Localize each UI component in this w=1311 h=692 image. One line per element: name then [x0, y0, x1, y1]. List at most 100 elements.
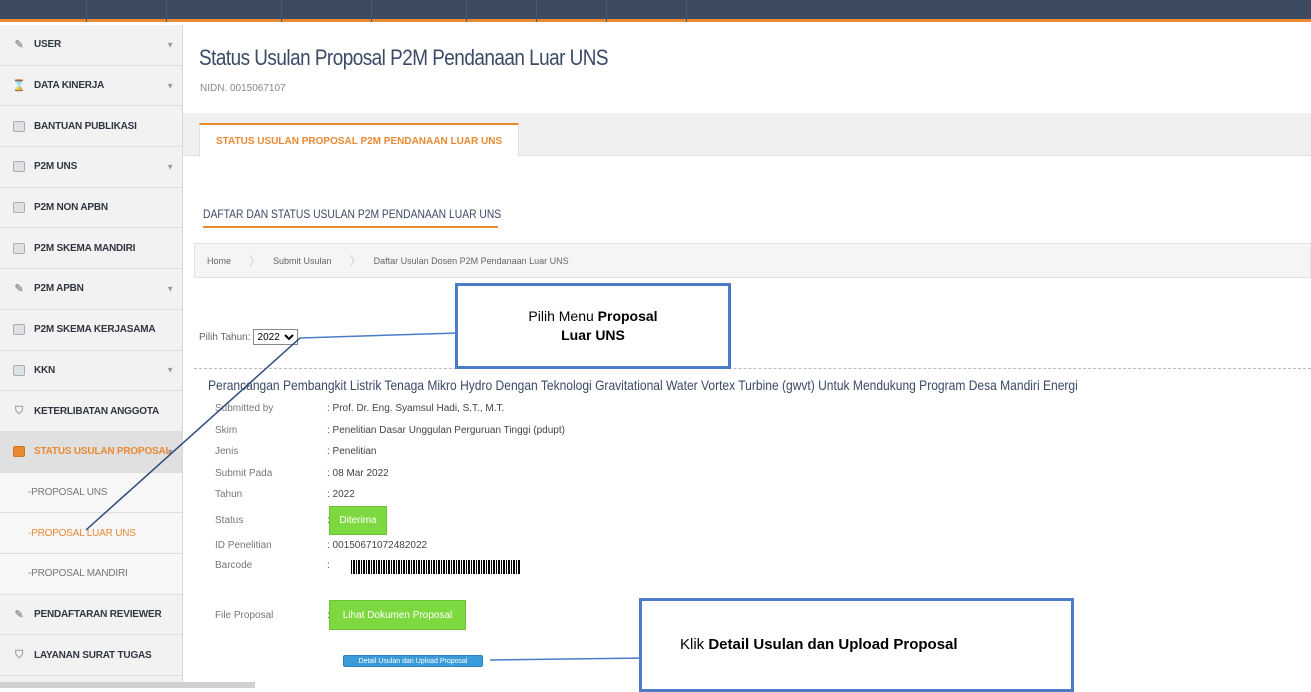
- year-label: Pilih Tahun:: [199, 331, 251, 343]
- page-title: Status Usulan Proposal P2M Pendanaan Lua…: [199, 45, 609, 70]
- breadcrumb-submit-usulan[interactable]: Submit Usulan: [273, 256, 332, 266]
- detail-submitted-by: Submitted by : Prof. Dr. Eng. Syamsul Ha…: [215, 403, 504, 414]
- topbar-segment: [0, 0, 87, 22]
- sidebar-item-label: STATUS USULAN PROPOSAL: [34, 446, 172, 458]
- breadcrumb-current: Daftar Usulan Dosen P2M Pendanaan Luar U…: [373, 255, 569, 266]
- sidebar-item-p2m-skema-mandiri[interactable]: P2M SKEMA MANDIRI: [0, 228, 182, 270]
- hourglass-icon: ⌛: [12, 80, 26, 93]
- top-navbar: [0, 0, 1311, 22]
- detail-tahun: Tahun : 2022: [215, 489, 355, 500]
- sidebar-item-label: PENDAFTARAN REVIEWER: [34, 608, 162, 620]
- chevron-down-icon: ▼: [166, 81, 174, 91]
- detail-barcode: Barcode :: [215, 560, 330, 571]
- chevron-down-icon: ▼: [166, 365, 174, 375]
- callout-menu-text: Pilih Menu Proposal Luar UNS: [528, 308, 658, 343]
- detail-value: : 2022: [327, 489, 355, 500]
- nidn-text: NIDN. 0015067107: [200, 83, 286, 94]
- sidebar-item-label: P2M SKEMA KERJASAMA: [34, 324, 156, 336]
- sidebar-subitem-label: -PROPOSAL LUAR UNS: [28, 527, 136, 539]
- sidebar-item-label: LAYANAN SURAT TUGAS: [34, 649, 152, 661]
- document-icon: [12, 160, 26, 174]
- topbar-segment: [167, 0, 282, 22]
- callout-menu: Pilih Menu Proposal Luar UNS: [455, 283, 731, 369]
- breadcrumb-home[interactable]: Home: [207, 256, 231, 266]
- topbar-segment: [467, 0, 537, 22]
- sidebar-item-label: P2M SKEMA MANDIRI: [34, 242, 136, 254]
- shield-icon: ⛉: [14, 404, 24, 417]
- detail-value: : Penelitian: [327, 446, 377, 457]
- detail-value: : Penelitian Dasar Unggulan Perguruan Ti…: [327, 425, 565, 436]
- detail-skim: Skim : Penelitian Dasar Unggulan Perguru…: [215, 425, 565, 436]
- breadcrumb: Home 〉 Submit Usulan 〉 Daftar Usulan Dos…: [194, 243, 1311, 278]
- detail-value: : Prof. Dr. Eng. Syamsul Hadi, S.T., M.T…: [327, 403, 505, 414]
- sidebar-item-label: KKN: [34, 364, 56, 376]
- sidebar-item-p2m-uns[interactable]: P2M UNS ▼: [0, 147, 182, 188]
- document-icon: [12, 445, 26, 459]
- sidebar-subitem-proposal-mandiri[interactable]: -PROPOSAL MANDIRI: [0, 553, 182, 595]
- breadcrumb-separator-icon: 〉: [349, 254, 362, 268]
- sidebar-item-p2m-skema-kerjasama[interactable]: P2M SKEMA KERJASAMA: [0, 310, 182, 351]
- detail-label: Tahun: [215, 489, 243, 500]
- proposal-title: Perancangan Pembangkit Listrik Tenaga Mi…: [208, 377, 1078, 393]
- view-document-button[interactable]: Lihat Dokumen Proposal: [329, 600, 466, 630]
- topbar-segment: [87, 0, 167, 22]
- detail-label: Status: [215, 515, 244, 526]
- document-icon: [12, 241, 26, 255]
- document-icon: [12, 201, 26, 215]
- detail-value: :: [327, 560, 330, 571]
- sidebar-item-keterlibatan-anggota[interactable]: ⛉ KETERLIBATAN ANGGOTA: [0, 391, 182, 432]
- detail-id-penelitian: ID Penelitian : 00150671072482022: [215, 540, 427, 551]
- sidebar-item-bantuan-publikasi[interactable]: BANTUAN PUBLIKASI: [0, 106, 182, 148]
- sidebar-item-label: USER: [34, 39, 61, 51]
- year-select[interactable]: 2022: [252, 329, 298, 345]
- divider: [194, 368, 1311, 369]
- main-content: Status Usulan Proposal P2M Pendanaan Lua…: [183, 25, 1311, 688]
- sidebar-subitem-proposal-luar-uns[interactable]: -PROPOSAL LUAR UNS: [0, 513, 182, 554]
- topbar-segment: [607, 0, 687, 22]
- detail-upload-button[interactable]: Detail Usulan dan Upload Proposal: [343, 655, 483, 667]
- sidebar-item-label: DATA KINERJA: [34, 80, 105, 92]
- document-icon: [12, 363, 26, 377]
- sidebar-item-layanan-surat-tugas[interactable]: ⛉ LAYANAN SURAT TUGAS: [0, 635, 182, 676]
- section-heading: DAFTAR DAN STATUS USULAN P2M PENDANAAN L…: [203, 207, 502, 221]
- sidebar-item-pendaftaran-reviewer[interactable]: ✎ PENDAFTARAN REVIEWER: [0, 595, 182, 636]
- detail-value: : 08 Mar 2022: [327, 468, 389, 479]
- tab-bar: STATUS USULAN PROPOSAL P2M PENDANAAN LUA…: [183, 113, 1311, 157]
- sidebar-item-label: BANTUAN PUBLIKASI: [34, 120, 137, 132]
- detail-status: Status :: [215, 515, 330, 526]
- detail-file-proposal: File Proposal :: [215, 610, 330, 621]
- sidebar-item-p2m-non-apbn[interactable]: P2M NON APBN: [0, 188, 182, 229]
- sidebar-subitem-proposal-uns[interactable]: -PROPOSAL UNS: [0, 472, 182, 514]
- year-filter: Pilih Tahun: 2022: [199, 329, 298, 345]
- topbar-segment: [372, 0, 467, 22]
- sidebar-item-label: P2M APBN: [34, 283, 84, 295]
- pencil-icon: ✎: [14, 608, 24, 621]
- topbar-segment: [282, 0, 372, 22]
- sidebar-item-status-usulan-proposal[interactable]: STATUS USULAN PROPOSAL ▼: [0, 431, 182, 473]
- detail-jenis: Jenis : Penelitian: [215, 446, 376, 457]
- sidebar-item-p2m-apbn[interactable]: ✎ P2M APBN ▼: [0, 269, 182, 310]
- detail-label: File Proposal: [215, 610, 274, 621]
- detail-submit-pada: Submit Pada : 08 Mar 2022: [215, 468, 389, 479]
- sidebar-item-label: P2M UNS: [34, 161, 78, 173]
- tab-status-usulan[interactable]: STATUS USULAN PROPOSAL P2M PENDANAAN LUA…: [199, 123, 520, 157]
- pencil-icon: ✎: [14, 283, 24, 296]
- chevron-down-icon: ▼: [166, 284, 174, 294]
- breadcrumb-separator-icon: 〉: [249, 254, 262, 268]
- document-icon: [12, 323, 26, 337]
- chevron-down-icon: ▼: [166, 162, 174, 172]
- shield-icon: ⛉: [14, 648, 24, 661]
- barcode-image: [351, 560, 521, 574]
- sidebar-item-user[interactable]: ✎ USER ▼: [0, 25, 182, 66]
- sidebar-item-data-kinerja[interactable]: ⌛ DATA KINERJA ▼: [0, 66, 182, 107]
- topbar-segment: [537, 0, 607, 22]
- callout-detail: Klik Detail Usulan dan Upload Proposal: [639, 598, 1074, 692]
- detail-label: Jenis: [215, 446, 239, 457]
- detail-label: Submit Pada: [215, 468, 273, 479]
- sidebar-item-kkn[interactable]: KKN ▼: [0, 351, 182, 392]
- detail-value: : 00150671072482022: [327, 540, 428, 551]
- section-underline: [203, 226, 498, 228]
- sidebar-item-label: P2M NON APBN: [34, 202, 108, 214]
- chevron-down-icon: ▼: [166, 40, 174, 50]
- sidebar: ✎ USER ▼ ⌛ DATA KINERJA ▼ BANTUAN PUBLIK…: [0, 25, 183, 688]
